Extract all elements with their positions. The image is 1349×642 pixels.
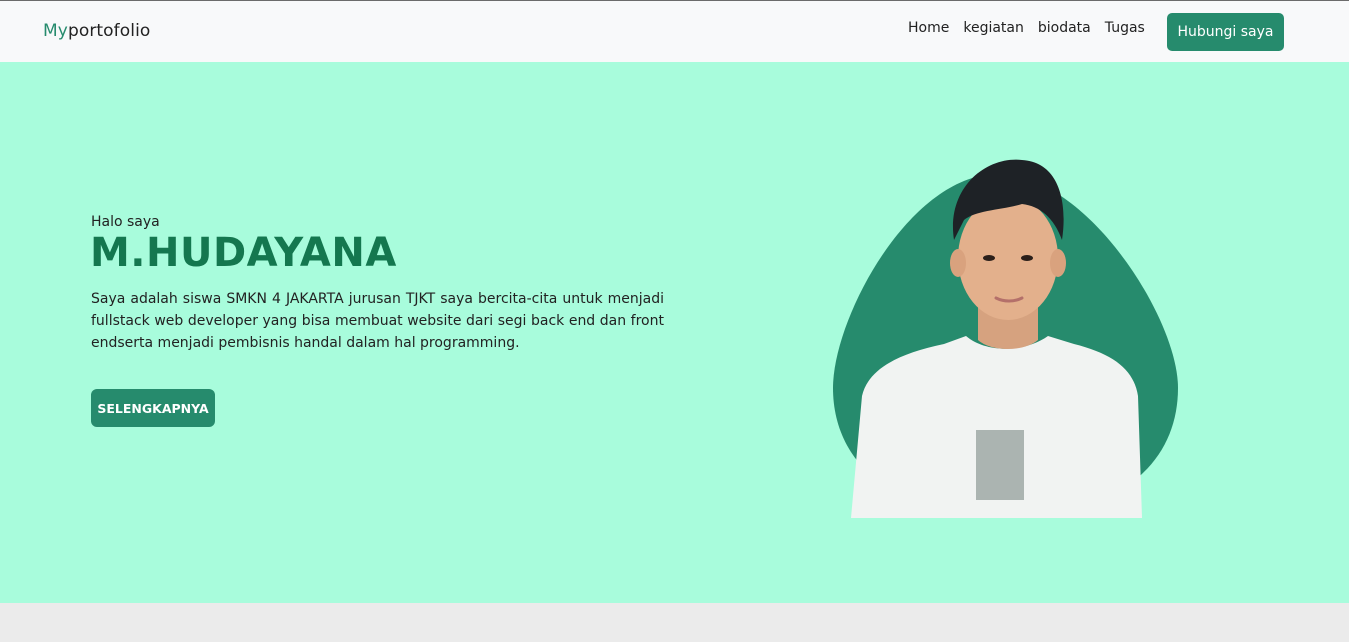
- profile-photo: [833, 159, 1178, 518]
- person-ear-left: [950, 249, 966, 277]
- hero-section: Halo saya M.HUDAYANA Saya adalah siswa S…: [0, 62, 1349, 603]
- person-ear-right: [1050, 249, 1066, 277]
- contact-button[interactable]: Hubungi saya: [1167, 13, 1284, 51]
- nav-link-kegiatan[interactable]: kegiatan: [963, 20, 1024, 36]
- person-eye-left: [983, 255, 995, 261]
- person-eye-right: [1021, 255, 1033, 261]
- brand-rest: portofolio: [67, 21, 151, 41]
- nav-links: Home kegiatan biodata Tugas: [908, 20, 1159, 36]
- brand-accent: My: [43, 21, 68, 41]
- nav-link-tugas[interactable]: Tugas: [1105, 20, 1145, 36]
- navbar: Myportofolio Home kegiatan biodata Tugas…: [0, 0, 1349, 62]
- hero-greeting: Halo saya: [91, 214, 160, 230]
- read-more-button[interactable]: SELENGKAPNYA: [91, 389, 215, 427]
- hero-name: M.HUDAYANA: [90, 230, 397, 276]
- nav-link-home[interactable]: Home: [908, 20, 949, 36]
- nav-link-biodata[interactable]: biodata: [1038, 20, 1091, 36]
- brand-logo[interactable]: Myportofolio: [43, 21, 150, 41]
- hero-description: Saya adalah siswa SMKN 4 JAKARTA jurusan…: [91, 291, 664, 351]
- shirt-print: [976, 430, 1024, 500]
